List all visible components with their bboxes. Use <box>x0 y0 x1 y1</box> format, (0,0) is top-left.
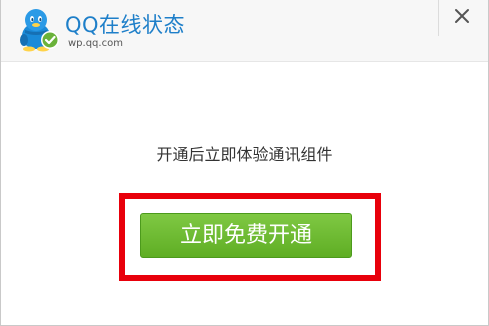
close-divider <box>438 0 439 36</box>
close-icon <box>455 9 469 23</box>
qq-online-status-dialog: QQ在线状态 wp.qq.com 开通后立即体验通讯组件 立即免费开通 <box>0 0 489 326</box>
qq-penguin-online-icon <box>20 9 59 52</box>
app-url: wp.qq.com <box>68 38 123 49</box>
close-button[interactable] <box>446 3 478 31</box>
dialog-header: QQ在线状态 wp.qq.com <box>1 0 488 62</box>
app-title: QQ在线状态 <box>65 13 186 37</box>
activation-message: 开通后立即体验通讯组件 <box>156 145 333 164</box>
activate-free-button[interactable]: 立即免费开通 <box>140 213 352 258</box>
